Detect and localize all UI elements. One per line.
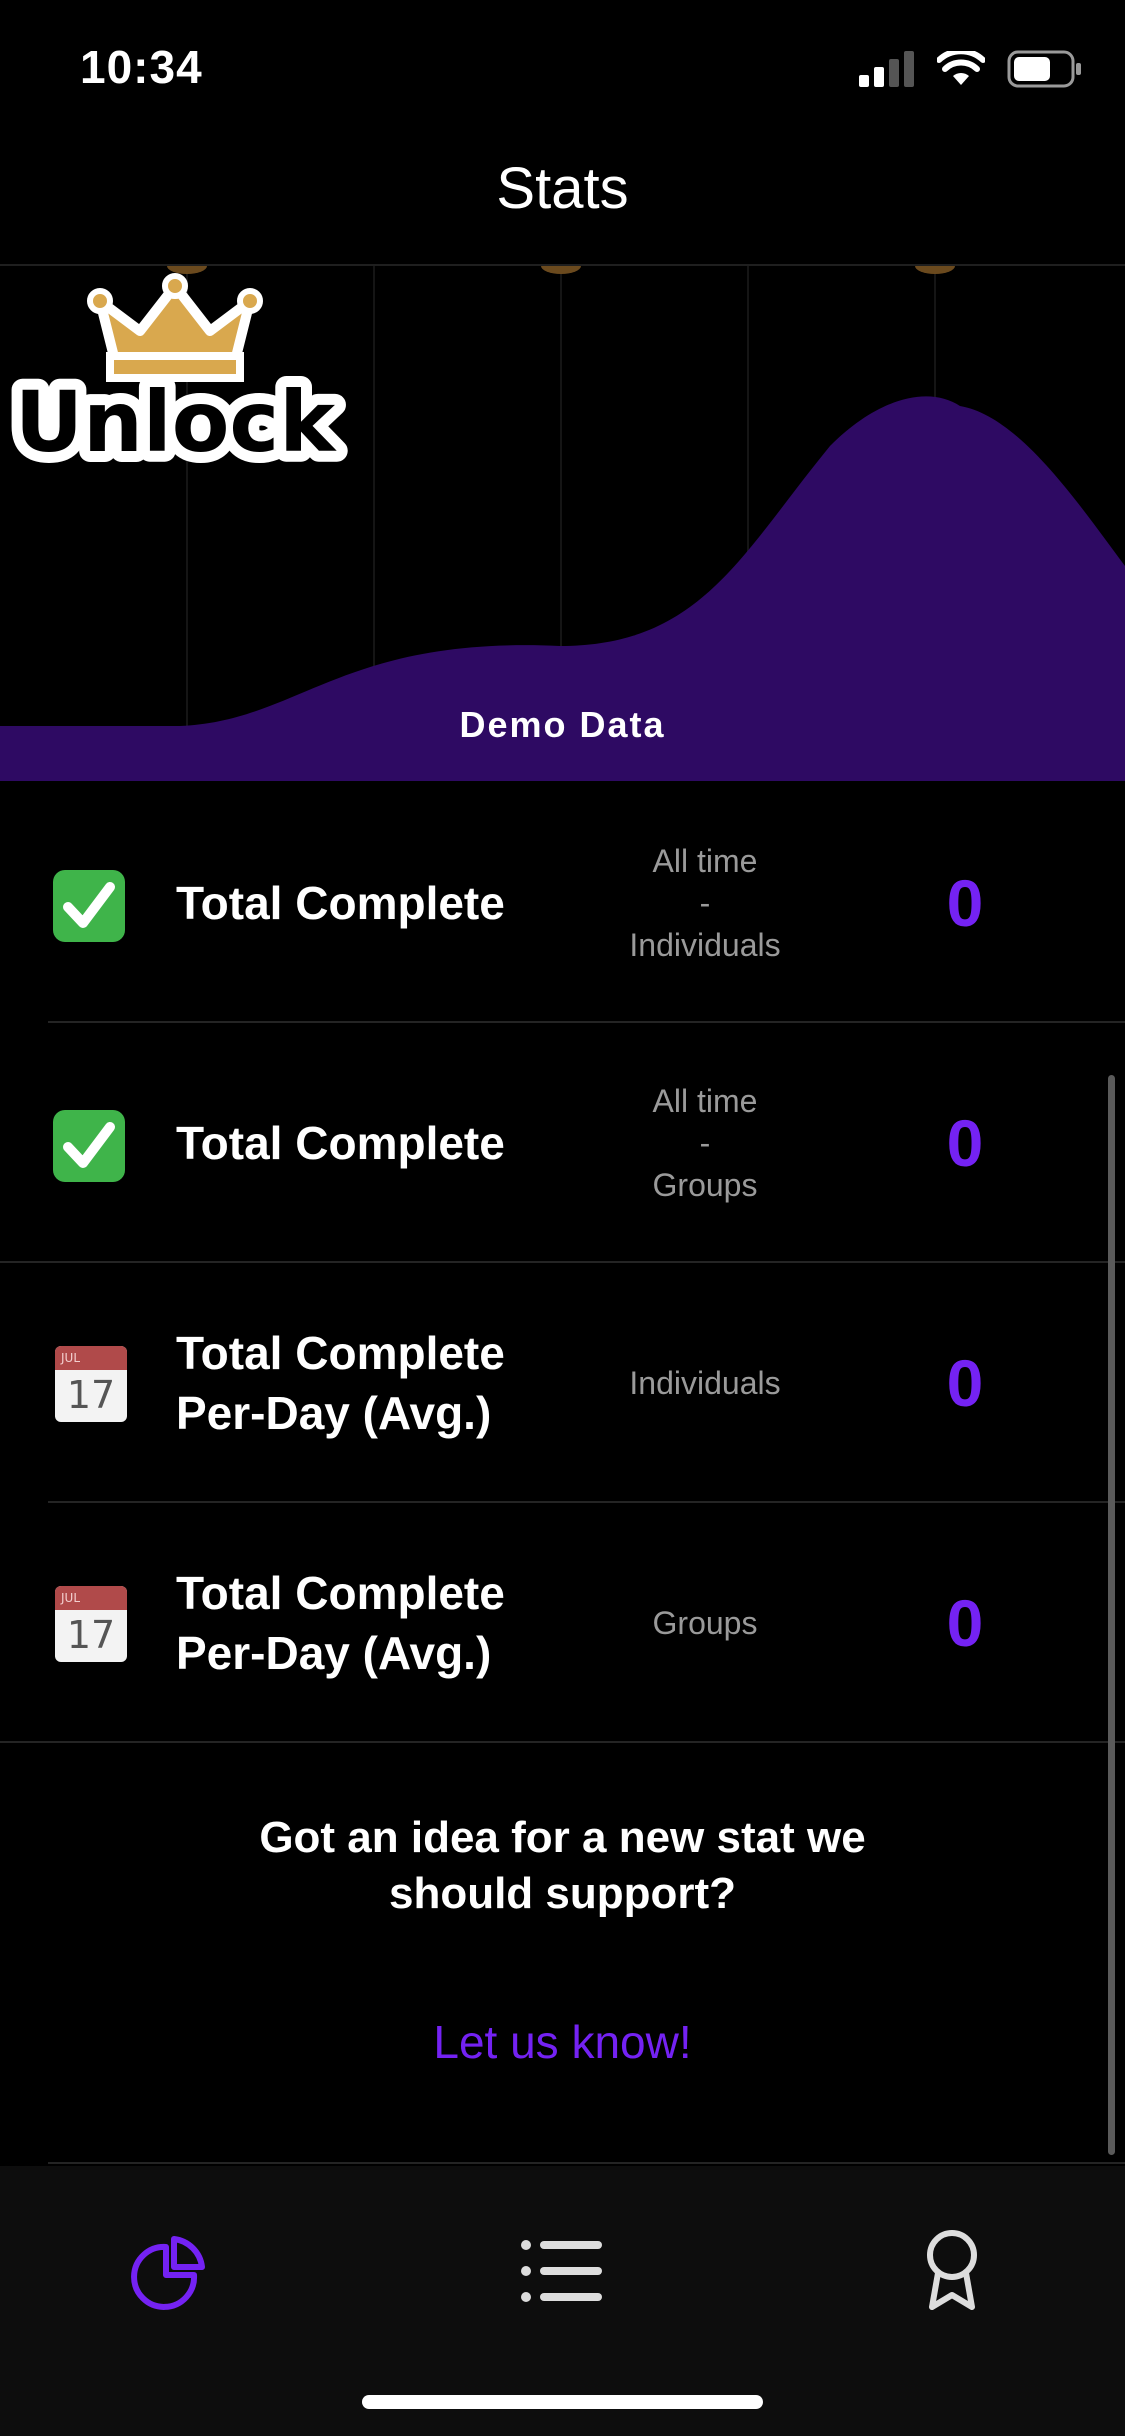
status-bar: 10:34 [0,0,1125,140]
svg-text:Unlock: Unlock [15,373,337,466]
stat-title: Total Complete [176,1117,505,1169]
stat-scope: All time - Groups [652,1083,758,1203]
wifi-icon [937,51,985,85]
row-divider [0,1741,1125,1743]
stat-row-total-complete-individuals: Total Complete All time - Individuals 0 [0,783,1125,1023]
calendar-icon: JUL 17 [55,1586,127,1662]
award-icon [927,2230,977,2310]
demo-data-label: Demo Data [459,704,666,745]
stats-pie-icon [131,2236,205,2310]
list-icon [521,2240,602,2302]
suggestion-prompt: Got an idea for a new stat we should sup… [259,1813,866,1918]
status-time: 10:34 [80,41,203,93]
stat-value: 0 [946,1106,984,1180]
page-title: Stats [496,156,629,221]
stat-value: 0 [946,1586,984,1660]
stat-row-total-complete-groups: Total Complete All time - Groups 0 [0,1023,1125,1263]
tab-awards[interactable] [907,2226,997,2316]
stat-title: Total Complete Per-Day (Avg.) [176,1327,505,1439]
stat-row-per-day-groups: JUL 17 Total Complete Per-Day (Avg.) Gro… [0,1503,1125,1743]
stat-scope: All time - Individuals [629,843,781,963]
stat-scope: Individuals [629,1365,781,1401]
stat-title: Total Complete [176,877,505,929]
stats-list: Total Complete All time - Individuals 0 … [0,783,1125,1743]
unlock-banner[interactable]: Unlock Demo Data [0,266,1125,781]
home-indicator [362,2395,763,2409]
battery-icon [1007,50,1081,88]
status-icons [859,50,1083,88]
cellular-signal-icon [859,51,914,87]
stat-title: Total Complete Per-Day (Avg.) [176,1567,505,1679]
stat-scope: Groups [652,1605,758,1641]
list-divider [48,2162,1125,2164]
scrollbar[interactable] [1108,1075,1115,2155]
stat-value: 0 [946,1346,984,1420]
stat-value: 0 [946,866,984,940]
tab-list[interactable] [517,2226,607,2316]
stat-row-per-day-individuals: JUL 17 Total Complete Per-Day (Avg.) Ind… [0,1263,1125,1503]
tab-stats[interactable] [125,2226,215,2316]
calendar-icon: JUL 17 [55,1346,127,1422]
check-mark-icon [53,870,125,942]
unlock-logo: Unlock [4,273,348,466]
let-us-know-link[interactable]: Let us know! [0,2015,1125,2069]
check-mark-icon [53,1110,125,1182]
